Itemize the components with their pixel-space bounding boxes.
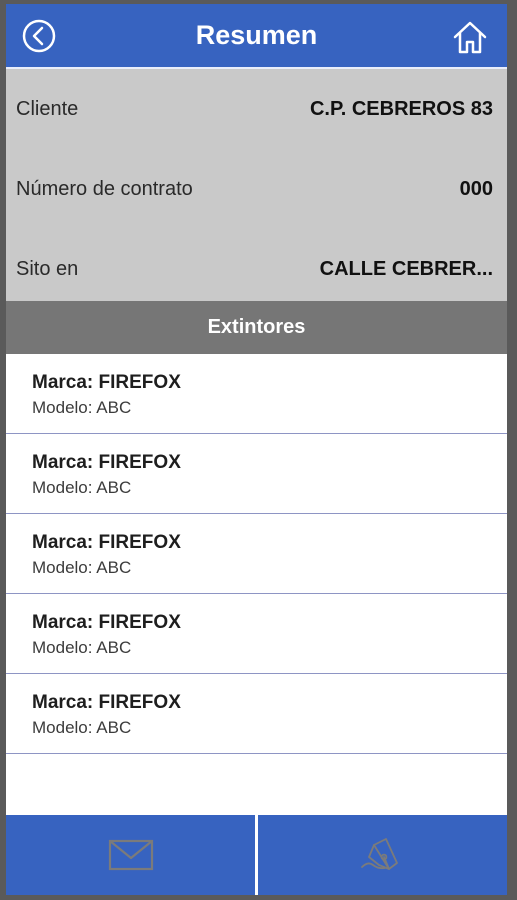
item-brand: Marca: FIREFOX bbox=[32, 372, 181, 393]
item-model: Modelo: ABC bbox=[32, 398, 132, 417]
list-item[interactable]: Marca: FIREFOX Modelo: ABC bbox=[6, 514, 507, 594]
extinguishers-section-header: Extintores bbox=[6, 301, 507, 354]
client-value: C.P. CEBREROS 83 bbox=[309, 97, 493, 120]
contract-number-label: Número de contrato bbox=[16, 177, 193, 200]
extinguisher-list: Marca: FIREFOX Modelo: ABC Marca: FIREFO… bbox=[6, 354, 507, 814]
item-model: Modelo: ABC bbox=[32, 558, 132, 577]
header-bar: Resumen bbox=[6, 4, 507, 69]
location-value: CALLE CEBRER... bbox=[319, 257, 493, 280]
summary-row-client: Cliente C.P. CEBREROS 83 bbox=[6, 69, 507, 149]
home-button[interactable] bbox=[452, 19, 488, 55]
app-frame: Resumen Cliente C.P. CEBREROS 83 Número … bbox=[6, 4, 507, 895]
item-brand: Marca: FIREFOX bbox=[32, 452, 181, 473]
list-item[interactable]: Marca: FIREFOX Modelo: ABC bbox=[6, 354, 507, 434]
back-circle-icon bbox=[22, 19, 56, 53]
home-icon bbox=[453, 21, 487, 54]
client-label: Cliente bbox=[16, 97, 79, 120]
item-model: Modelo: ABC bbox=[32, 638, 132, 657]
item-brand: Marca: FIREFOX bbox=[32, 532, 181, 553]
summary-row-contract: Número de contrato 000 bbox=[6, 149, 507, 229]
item-model: Modelo: ABC bbox=[32, 718, 132, 737]
summary-panel: Cliente C.P. CEBREROS 83 Número de contr… bbox=[6, 69, 507, 301]
location-label: Sito en bbox=[16, 257, 79, 280]
summary-row-location: Sito en CALLE CEBRER... bbox=[6, 229, 507, 309]
sign-button[interactable] bbox=[258, 815, 507, 895]
list-item[interactable]: Marca: FIREFOX Modelo: ABC bbox=[6, 594, 507, 674]
item-brand: Marca: FIREFOX bbox=[32, 692, 181, 713]
page-title: Resumen bbox=[195, 20, 318, 50]
back-button[interactable] bbox=[22, 19, 56, 53]
contract-number-value: 000 bbox=[459, 177, 493, 200]
mail-icon bbox=[108, 839, 153, 871]
list-item[interactable]: Marca: FIREFOX Modelo: ABC bbox=[6, 674, 507, 754]
footer-bar bbox=[6, 815, 507, 895]
item-brand: Marca: FIREFOX bbox=[32, 612, 181, 633]
list-item[interactable]: Marca: FIREFOX Modelo: ABC bbox=[6, 434, 507, 514]
item-model: Modelo: ABC bbox=[32, 478, 132, 497]
pen-sign-icon bbox=[360, 838, 398, 870]
send-mail-button[interactable] bbox=[6, 815, 255, 895]
